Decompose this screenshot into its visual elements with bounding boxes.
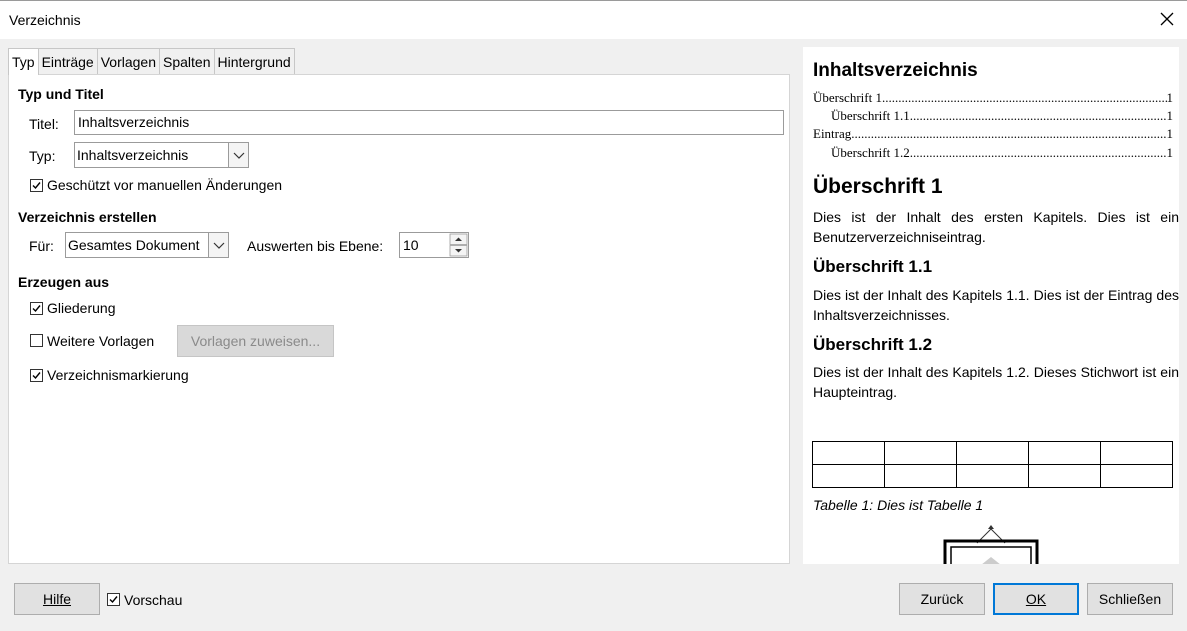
tab-eintraege[interactable]: Einträge xyxy=(37,48,98,74)
preview-pane: Inhaltsverzeichnis Überschrift 1 1 Übersc… xyxy=(803,47,1179,564)
ok-button-label: OK xyxy=(1025,591,1047,607)
preview-paragraph: Dies ist der Inhalt des Kapitels 1.2. Di… xyxy=(813,364,1179,400)
outline-checkbox[interactable] xyxy=(30,302,43,315)
picture-frame-icon xyxy=(941,523,1041,564)
preview-paragraph: Dies ist der Inhalt des Kapitels 1.1. Di… xyxy=(813,287,1179,323)
toc-entry-text: Überschrift 1.2 xyxy=(831,145,910,160)
toc-entry: Überschrift 1.2 1 xyxy=(831,145,1173,161)
tab-panel-typ: Typ und Titel Titel: Inhaltsverzeichnis … xyxy=(8,74,790,564)
preview-title: Inhaltsverzeichnis xyxy=(813,60,978,81)
back-button-label: Zurück xyxy=(920,591,964,607)
back-button[interactable]: Zurück xyxy=(899,583,985,615)
close-button[interactable]: Schließen xyxy=(1087,583,1173,615)
preview-paragraph: Dies ist der Inhalt des ersten Kapitels.… xyxy=(813,209,1179,245)
toc-entry: Überschrift 1.1 1 xyxy=(831,108,1173,124)
type-select-value: Inhaltsverzeichnis xyxy=(77,147,189,163)
type-label: Typ: xyxy=(29,148,56,164)
help-button[interactable]: Hilfe xyxy=(14,583,100,615)
title-bar: Verzeichnis xyxy=(0,0,1187,39)
toc-entry-page: 1 xyxy=(1166,108,1174,123)
tab-vorlagen[interactable]: Vorlagen xyxy=(96,48,161,74)
toc-entry: Überschrift 1 1 xyxy=(813,90,1173,106)
level-label: Auswerten bis Ebene: xyxy=(247,238,384,254)
preview-table xyxy=(812,441,1173,488)
tab-typ[interactable]: Typ xyxy=(8,48,39,75)
index-marks-checkbox[interactable] xyxy=(30,369,43,382)
more-styles-checkbox[interactable] xyxy=(30,334,43,347)
protected-checkbox[interactable] xyxy=(30,179,43,192)
scope-select-value: Gesamtes Dokument xyxy=(68,237,200,253)
toc-entry: Eintrag 1 xyxy=(813,126,1173,142)
for-label: Für: xyxy=(29,238,54,254)
preview-table-caption: Tabelle 1: Dies ist Tabelle 1 xyxy=(813,497,984,513)
level-value: 10 xyxy=(403,237,419,253)
close-button-label: Schließen xyxy=(1098,591,1162,607)
section-heading-type-title: Typ und Titel xyxy=(18,86,104,102)
preview-heading-1: Überschrift 1 xyxy=(813,175,943,198)
tab-spalten[interactable]: Spalten xyxy=(159,48,215,74)
ok-button[interactable]: OK xyxy=(993,583,1079,615)
section-heading-create-from: Erzeugen aus xyxy=(18,274,110,290)
outline-label[interactable]: Gliederung xyxy=(47,300,116,316)
title-input[interactable]: Inhaltsverzeichnis xyxy=(74,110,784,135)
toc-entry-text: Überschrift 1 xyxy=(813,90,882,105)
help-button-label: Hilfe xyxy=(42,591,71,607)
assign-styles-button[interactable]: Vorlagen zuweisen... xyxy=(177,325,334,357)
title-label: Titel: xyxy=(29,116,59,132)
more-styles-label[interactable]: Weitere Vorlagen xyxy=(47,333,154,349)
scope-select[interactable]: Gesamtes Dokument xyxy=(65,232,229,258)
protected-label[interactable]: Geschützt vor manuellen Änderungen xyxy=(47,177,282,193)
tab-bar: Typ Einträge Vorlagen Spalten Hintergrun… xyxy=(8,48,295,75)
window-title: Verzeichnis xyxy=(9,12,81,28)
spin-buttons[interactable] xyxy=(449,233,468,257)
type-select[interactable]: Inhaltsverzeichnis xyxy=(74,142,249,168)
section-heading-create-index: Verzeichnis erstellen xyxy=(18,209,157,225)
toc-entry-page: 1 xyxy=(1166,126,1174,141)
tab-hintergrund[interactable]: Hintergrund xyxy=(213,48,295,74)
preview-label[interactable]: Vorschau xyxy=(124,592,182,608)
close-icon[interactable] xyxy=(1157,9,1177,29)
chevron-down-icon[interactable] xyxy=(228,143,248,167)
toc-entry-page: 1 xyxy=(1166,145,1174,160)
level-spinbox[interactable]: 10 xyxy=(399,232,469,258)
preview-checkbox[interactable] xyxy=(107,593,120,606)
chevron-down-icon[interactable] xyxy=(208,233,228,257)
preview-heading-1-1: Überschrift 1.1 xyxy=(813,257,933,276)
preview-heading-1-2: Überschrift 1.2 xyxy=(813,335,933,354)
index-marks-label[interactable]: Verzeichnismarkierung xyxy=(47,367,189,383)
toc-entry-text: Überschrift 1.1 xyxy=(831,108,910,123)
toc-entry-page: 1 xyxy=(1166,90,1174,105)
toc-entry-text: Eintrag xyxy=(813,126,852,141)
